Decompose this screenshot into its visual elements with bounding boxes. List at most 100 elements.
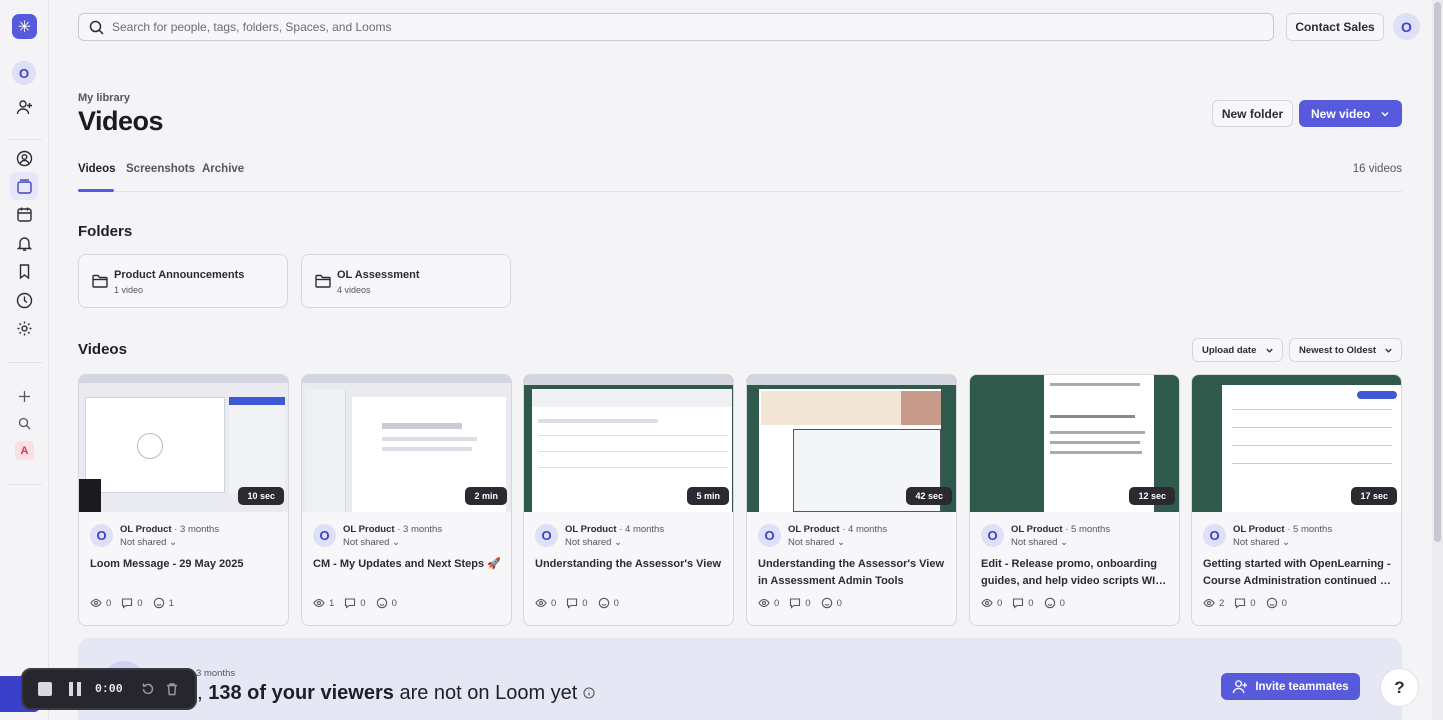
comments-count: 0 — [1028, 597, 1034, 609]
comments-count: 0 — [805, 597, 811, 609]
share-status: Not shared — [120, 537, 167, 548]
comments-count: 0 — [137, 597, 143, 609]
chevron-down-icon — [1381, 111, 1389, 117]
video-thumbnail[interactable]: 2 min — [302, 375, 511, 512]
calendar-icon[interactable] — [10, 200, 38, 228]
history-icon[interactable] — [10, 286, 38, 314]
insight-headline: o, 138 of your viewers are not on Loom y… — [186, 682, 595, 705]
invite-teammates-button[interactable]: Invite teammates — [1221, 673, 1360, 700]
folder-card[interactable]: Product Announcements 1 video — [78, 254, 288, 308]
views-icon — [90, 598, 102, 608]
video-thumbnail[interactable]: 12 sec — [970, 375, 1179, 512]
new-video-button[interactable]: New video — [1299, 100, 1402, 127]
share-status-dropdown[interactable]: Not shared ⌄ — [788, 537, 845, 548]
bookmark-icon[interactable] — [10, 257, 38, 285]
videos-heading: Videos — [78, 341, 127, 358]
page-scrollbar[interactable] — [1432, 0, 1443, 720]
video-title[interactable]: Understanding the Assessor's View — [535, 556, 725, 573]
breadcrumb[interactable]: My library — [78, 92, 130, 104]
plus-icon[interactable] — [10, 382, 38, 410]
views-icon — [313, 598, 325, 608]
tab-archive[interactable]: Archive — [202, 163, 244, 175]
video-title[interactable]: Getting started with OpenLearning - Cour… — [1203, 556, 1393, 590]
tab-videos[interactable]: Videos — [78, 163, 116, 175]
settings-icon[interactable] — [10, 314, 38, 342]
comment-icon — [567, 598, 578, 609]
scrollbar-thumb[interactable] — [1434, 2, 1441, 542]
workspace-badge[interactable]: A — [15, 441, 34, 460]
video-age: 5 months — [1293, 524, 1333, 535]
rail-search-icon[interactable] — [10, 409, 38, 437]
video-thumbnail[interactable]: 10 sec — [79, 375, 288, 512]
share-status-dropdown[interactable]: Not shared ⌄ — [1233, 537, 1290, 548]
folder-card[interactable]: OL Assessment 4 videos — [301, 254, 511, 308]
video-card[interactable]: 42 sec O OL Product · 4 months Not share… — [746, 374, 957, 626]
folder-count: 1 video — [114, 285, 144, 295]
author-avatar: O — [1203, 524, 1226, 547]
add-user-icon[interactable] — [10, 93, 38, 121]
video-title[interactable]: Loom Message - 29 May 2025 — [90, 556, 280, 573]
share-status-dropdown[interactable]: Not shared ⌄ — [1011, 537, 1068, 548]
reaction-icon — [821, 597, 832, 609]
pause-icon[interactable] — [67, 681, 83, 697]
stop-icon[interactable] — [37, 681, 53, 697]
video-card[interactable]: 12 sec O OL Product · 5 months Not share… — [969, 374, 1180, 626]
duration-badge: 17 sec — [1351, 487, 1397, 505]
left-rail: ✳ O A — [0, 0, 49, 720]
sort-field-dropdown[interactable]: Upload date — [1192, 338, 1283, 362]
trash-icon[interactable] — [165, 682, 179, 696]
video-thumbnail[interactable]: 5 min — [524, 375, 733, 512]
folders-heading: Folders — [78, 223, 133, 240]
share-status-dropdown[interactable]: Not shared ⌄ — [120, 537, 177, 548]
bell-icon[interactable] — [10, 229, 38, 257]
library-icon[interactable] — [10, 172, 38, 200]
video-title[interactable]: CM - My Updates and Next Steps 🚀 — [313, 556, 503, 573]
search-icon — [89, 20, 104, 35]
reactions-count: 0 — [391, 597, 397, 609]
views-count: 0 — [774, 597, 780, 609]
video-card[interactable]: 17 sec O OL Product · 5 months Not share… — [1191, 374, 1402, 626]
video-thumbnail[interactable]: 42 sec — [747, 375, 956, 512]
restart-icon[interactable] — [141, 682, 155, 696]
sort-order-dropdown[interactable]: Newest to Oldest — [1289, 338, 1402, 362]
author-avatar: O — [981, 524, 1004, 547]
video-thumbnail[interactable]: 17 sec — [1192, 375, 1401, 512]
loom-logo-icon[interactable]: ✳ — [12, 14, 37, 39]
author-avatar: O — [90, 524, 113, 547]
user-avatar[interactable]: O — [1393, 13, 1420, 40]
duration-badge: 5 min — [687, 487, 729, 505]
views-icon — [758, 598, 770, 608]
page-title: Videos — [78, 106, 164, 136]
video-age: 3 months — [403, 524, 443, 535]
video-title[interactable]: Edit - Release promo, onboarding guides,… — [981, 556, 1171, 590]
workspace-avatar[interactable]: O — [12, 61, 36, 85]
author-name: OL Product — [788, 524, 840, 535]
info-icon[interactable] — [583, 687, 595, 699]
video-age: 5 months — [1071, 524, 1111, 535]
comment-icon — [345, 598, 356, 609]
views-count: 1 — [329, 597, 335, 609]
tab-screenshots[interactable]: Screenshots — [126, 163, 195, 175]
tab-bar: Videos Screenshots Archive 16 videos — [78, 157, 1402, 192]
views-icon — [535, 598, 547, 608]
share-status-dropdown[interactable]: Not shared ⌄ — [343, 537, 400, 548]
new-video-label: New video — [1311, 106, 1371, 121]
search-input[interactable] — [112, 20, 1212, 34]
views-count: 0 — [551, 597, 557, 609]
add-user-icon — [1233, 679, 1248, 693]
help-button[interactable]: ? — [1380, 668, 1419, 707]
views-count: 0 — [997, 597, 1003, 609]
contact-sales-button[interactable]: Contact Sales — [1286, 13, 1384, 41]
search-bar[interactable] — [78, 13, 1274, 41]
video-card[interactable]: 5 min O OL Product · 4 months Not shared… — [523, 374, 734, 626]
video-title[interactable]: Understanding the Assessor's View in Ass… — [758, 556, 948, 590]
profile-icon[interactable] — [10, 144, 38, 172]
video-card[interactable]: 2 min O OL Product · 3 months Not shared… — [301, 374, 512, 626]
recorder-time: 0:00 — [95, 682, 123, 696]
new-folder-button[interactable]: New folder — [1212, 100, 1293, 127]
video-stats: 0 0 0 — [981, 597, 1075, 609]
share-status-dropdown[interactable]: Not shared ⌄ — [565, 537, 622, 548]
video-card[interactable]: 10 sec O OL Product · 3 months Not share… — [78, 374, 289, 626]
reactions-count: 0 — [836, 597, 842, 609]
sort-field-label: Upload date — [1202, 344, 1257, 356]
